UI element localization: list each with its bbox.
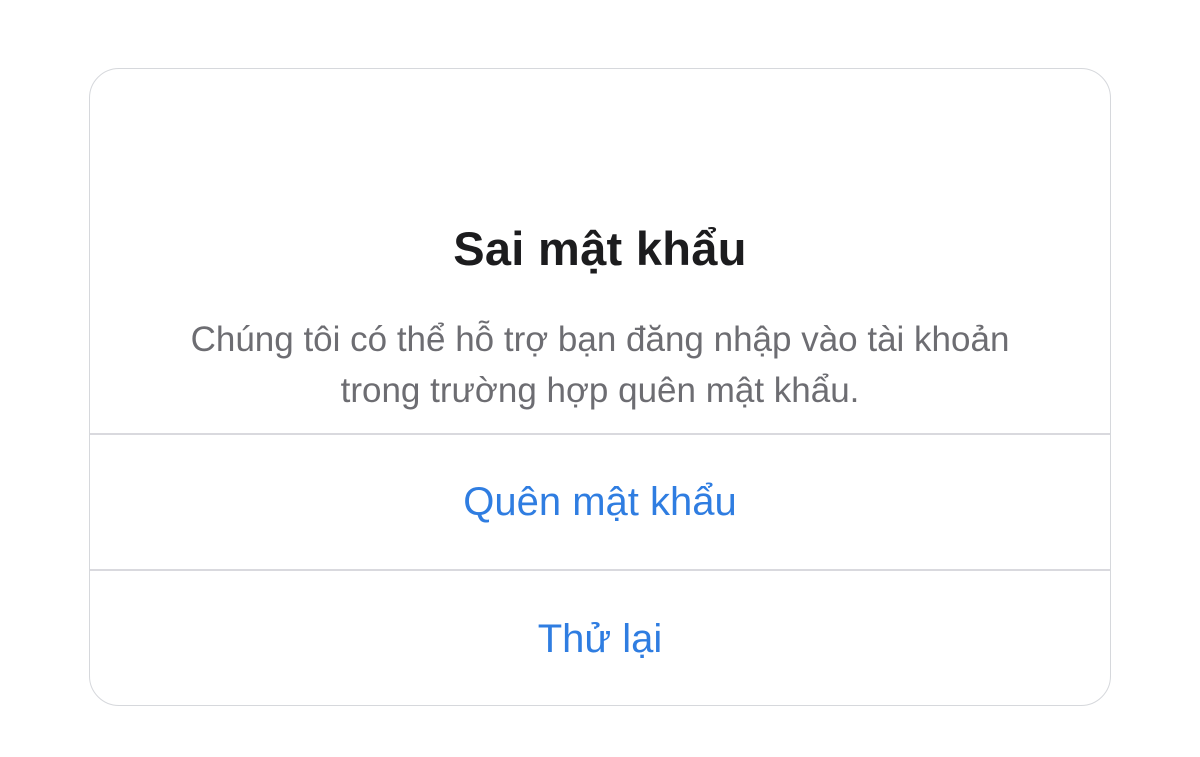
alert-title: Sai mật khẩu [453,222,747,275]
alert-message: Chúng tôi có thể hỗ trợ bạn đăng nhập và… [190,320,1010,410]
alert-content: Sai mật khẩu Chúng tôi có thể hỗ trợ bạn… [90,69,1110,433]
forgot-password-button[interactable]: Quên mật khẩu [90,435,1110,569]
try-again-button[interactable]: Thử lại [90,571,1110,705]
alert-dialog: Sai mật khẩu Chúng tôi có thể hỗ trợ bạn… [89,68,1111,706]
